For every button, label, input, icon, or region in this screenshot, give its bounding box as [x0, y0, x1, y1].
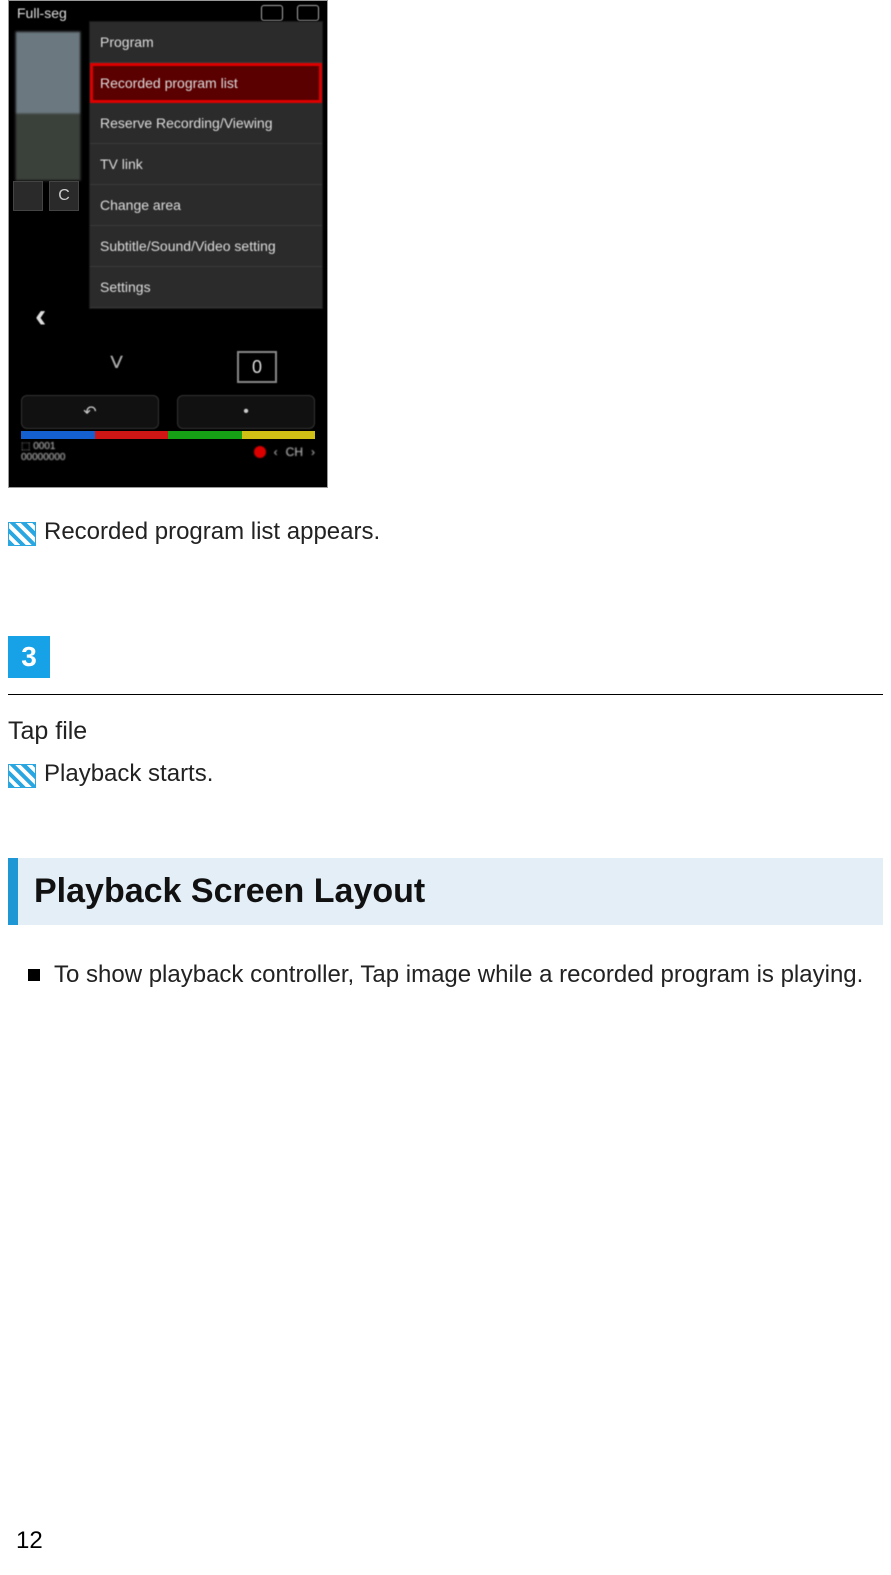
dot-button[interactable]: •	[177, 395, 315, 429]
context-menu: Program Recorded program list Reserve Re…	[89, 21, 323, 309]
video-thumbnail	[15, 31, 81, 181]
menu-item-recorded-program-list[interactable]: Recorded program list	[90, 63, 322, 103]
chevron-left-small-icon: ‹	[274, 445, 278, 459]
note-icon	[8, 764, 36, 788]
menu-item-subtitle-settings[interactable]: Subtitle/Sound/Video setting	[90, 226, 322, 267]
chevron-down-icon: ˅	[109, 347, 124, 378]
note-playback-starts: Playback starts.	[8, 760, 883, 788]
section-heading-playback-layout: Playback Screen Layout	[8, 858, 883, 925]
menu-item-reserve[interactable]: Reserve Recording/Viewing	[90, 103, 322, 144]
back-curved-icon[interactable]: ↶	[21, 395, 159, 429]
phone-button-row: ↶ •	[21, 395, 315, 429]
record-icon	[254, 446, 266, 458]
note-text: Recorded program list appears.	[44, 518, 380, 546]
bottom-left-text: ⬚ 0001 00000000	[21, 441, 66, 463]
square-bullet-icon	[28, 969, 40, 981]
chevron-right-small-icon: ›	[311, 445, 315, 459]
phone-top-label: Full-seg	[17, 5, 67, 21]
section-heading-text: Playback Screen Layout	[34, 872, 425, 910]
bullet-playback-controller: To show playback controller, Tap image w…	[8, 961, 883, 989]
step-3-number: 3	[21, 641, 37, 673]
step-3-marker: 3	[8, 636, 50, 678]
step-3-title: Tap file	[8, 717, 883, 746]
color-bar	[21, 431, 315, 439]
side-squares: C	[13, 181, 79, 211]
step-divider	[8, 694, 883, 695]
note-text: Playback starts.	[44, 760, 213, 788]
menu-item-settings[interactable]: Settings	[90, 267, 322, 308]
menu-item-change-area[interactable]: Change area	[90, 185, 322, 226]
ch-label: CH	[286, 445, 303, 459]
phone-screenshot: Full-seg C Program Recorded program list…	[8, 0, 328, 488]
chevron-left-icon: ‹	[35, 297, 46, 336]
page-number: 12	[16, 1527, 43, 1555]
menu-item-program[interactable]: Program	[90, 22, 322, 63]
phone-bottom-strip: ⬚ 0001 00000000 ‹ CH ›	[21, 441, 315, 463]
channel-zero-box: 0	[237, 351, 277, 383]
note-recorded-list: Recorded program list appears.	[8, 518, 883, 546]
phone-top-icons	[261, 5, 319, 21]
bullet-text: To show playback controller, Tap image w…	[54, 961, 863, 989]
menu-item-tvlink[interactable]: TV link	[90, 144, 322, 185]
note-icon	[8, 522, 36, 546]
